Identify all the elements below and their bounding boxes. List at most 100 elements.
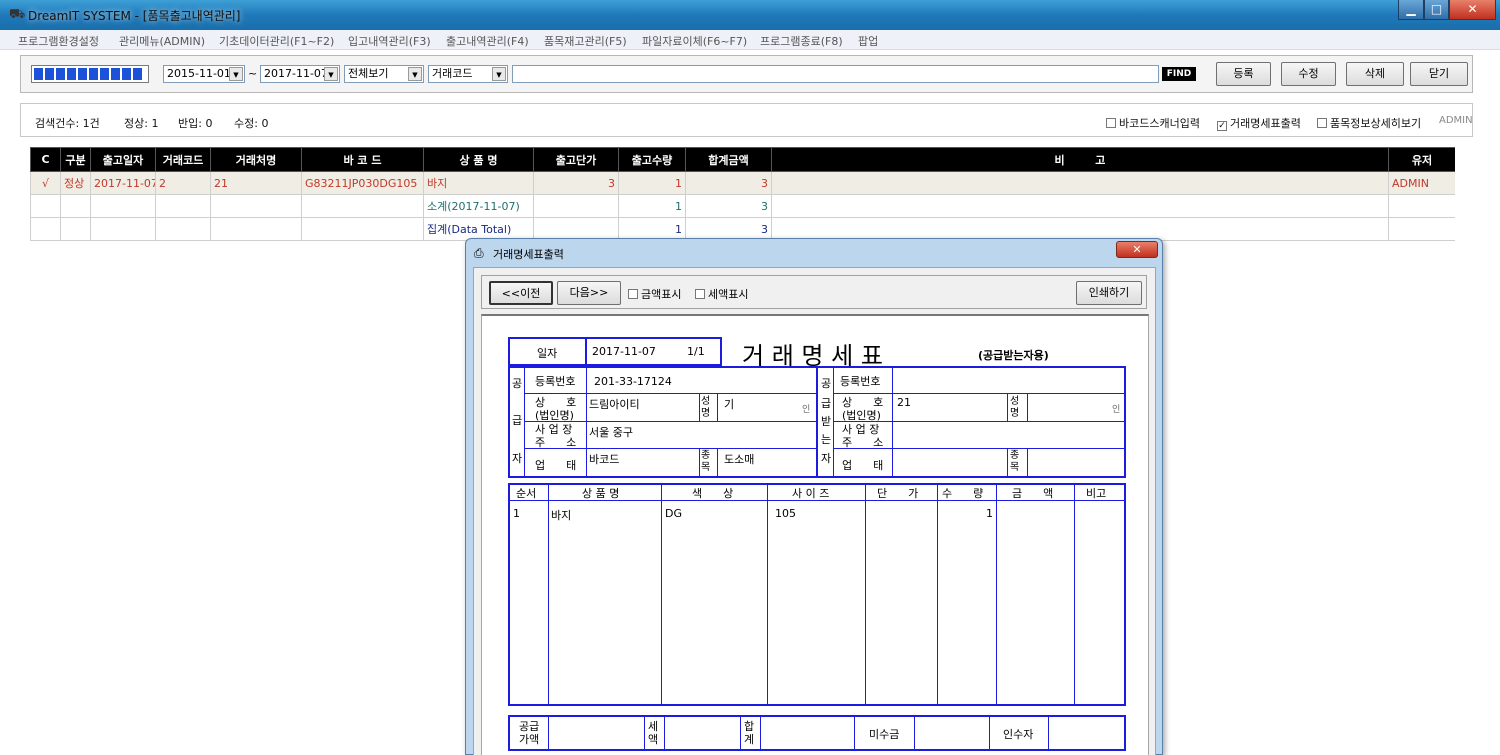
outbound-grid: C 구분 출고일자 거래코드 거래처명 바 코 드 상 품 명 출고단가 출고수… [30, 147, 1472, 241]
col-header-price[interactable]: 출고단가 [533, 147, 619, 172]
detail-view-label: 품목정보상세히보기 [1330, 117, 1422, 130]
cell-qty: 1 [618, 171, 686, 195]
col-header-qty[interactable]: 출고수량 [618, 147, 686, 172]
supplier-address-label-2: 주 소 [535, 436, 577, 449]
menu-item-exit[interactable]: 프로그램종료(F8) [760, 33, 843, 49]
menu-item-inventory[interactable]: 품목재고관리(F5) [544, 33, 627, 49]
receiver-label-2: 급 [821, 397, 832, 410]
supplier-type: 바코드 [589, 453, 620, 466]
field-select-value: 거래코드 [432, 67, 473, 80]
receiver-seal: 인 [1112, 405, 1121, 415]
dialog-close-button[interactable]: ✕ [1116, 241, 1158, 258]
checkbox-icon[interactable] [1106, 118, 1116, 128]
date-range-separator: ~ [248, 67, 258, 80]
print-statement-option[interactable]: ✓ 거래명세표출력 [1217, 115, 1301, 131]
receiver-label-3: 받 [821, 415, 832, 428]
col-header-user[interactable]: 유저 [1388, 147, 1456, 172]
close-window-button[interactable]: ✕ [1449, 0, 1496, 20]
items-header-seq: 순서 [516, 487, 537, 500]
checkbox-icon[interactable] [1317, 118, 1327, 128]
show-amount-option[interactable]: 금액표시 [628, 286, 681, 302]
next-page-button[interactable]: 다음>> [557, 281, 621, 305]
print-statement-label: 거래명세표출력 [1230, 117, 1301, 130]
table-row: 소계(2017-11-07) 1 3 [30, 194, 1456, 218]
printer-icon: ⎙ [474, 246, 484, 260]
grid-scrollbar[interactable] [1455, 147, 1472, 755]
footer-total-label-2: 계 [744, 733, 755, 746]
col-header-product[interactable]: 상 품 명 [423, 147, 534, 172]
supplier-seal: 인 [802, 405, 811, 415]
cell-date: 2017-11-07 [90, 171, 156, 195]
items-header-price: 단 가 [877, 487, 919, 500]
checkbox-icon[interactable] [695, 289, 705, 299]
menu-item-settings[interactable]: 프로그램환경설정 [18, 33, 99, 49]
footer-supply-label-2: 가액 [519, 733, 540, 746]
barcode-scanner-option[interactable]: 바코드스캐너입력 [1106, 115, 1200, 131]
col-header-total[interactable]: 합계금액 [685, 147, 772, 172]
item-seq: 1 [513, 507, 520, 520]
cell-subtotal-total: 3 [685, 194, 772, 218]
col-header-date[interactable]: 출고일자 [90, 147, 156, 172]
chevron-down-icon[interactable]: ▼ [324, 67, 338, 81]
supplier-label-1: 공 [512, 377, 523, 390]
item-product: 바지 [551, 509, 572, 522]
col-header-check[interactable]: C [30, 147, 61, 172]
supplier-address: 서울 중구 [589, 426, 633, 439]
cell-check[interactable]: √ [30, 171, 61, 195]
current-user: ADMIN [1439, 115, 1473, 126]
statement-date: 2017-11-07 [592, 345, 656, 358]
receiver-trade-name: 21 [897, 396, 911, 409]
cell-total: 3 [685, 171, 772, 195]
col-header-code[interactable]: 거래코드 [155, 147, 211, 172]
returned-count: 반입: 0 [178, 117, 213, 130]
close-button[interactable]: 닫기 [1410, 62, 1468, 86]
col-header-client[interactable]: 거래처명 [210, 147, 302, 172]
register-button[interactable]: 등록 [1216, 62, 1271, 86]
checkbox-icon[interactable] [628, 289, 638, 299]
show-tax-option[interactable]: 세액표시 [695, 286, 748, 302]
menu-item-outbound[interactable]: 출고내역관리(F4) [446, 33, 529, 49]
cell-code: 2 [155, 171, 211, 195]
menu-item-inbound[interactable]: 입고내역관리(F3) [348, 33, 431, 49]
chevron-down-icon[interactable]: ▼ [229, 67, 243, 81]
prev-page-button[interactable]: <<이전 [489, 281, 553, 305]
col-header-note[interactable]: 비 고 [771, 147, 1389, 172]
date-to-value: 2017-11-07 [264, 67, 328, 80]
view-select[interactable]: 전체보기 ▼ [344, 65, 424, 83]
minimize-button[interactable]: ▁ [1398, 0, 1424, 20]
field-select[interactable]: 거래코드 ▼ [428, 65, 508, 83]
table-row[interactable]: √ 정상 2017-11-07 2 21 G83211JP030DG105 바지… [30, 171, 1456, 195]
supplier-label-3: 자 [512, 452, 523, 465]
receiver-address-label-2: 주 소 [842, 436, 884, 449]
item-color: DG [665, 507, 682, 520]
menu-item-filetransfer[interactable]: 파일자료이체(F6~F7) [642, 33, 747, 49]
supplier-trade-name: 드림아이티 [589, 398, 640, 411]
dialog-body: <<이전 다음>> 금액표시 세액표시 인쇄하기 일자 2017-11-07 1… [473, 267, 1156, 755]
chevron-down-icon[interactable]: ▼ [408, 67, 422, 81]
checkbox-checked-icon[interactable]: ✓ [1217, 121, 1227, 131]
menu-item-basedata[interactable]: 기초데이터관리(F1~F2) [219, 33, 334, 49]
menu-item-admin[interactable]: 관리메뉴(ADMIN) [119, 33, 205, 49]
date-to-picker[interactable]: 2017-11-07 ▼ [260, 65, 340, 83]
cell-subtotal-label: 소계(2017-11-07) [423, 194, 534, 218]
find-button[interactable]: FIND [1162, 67, 1196, 81]
print-button[interactable]: 인쇄하기 [1076, 281, 1142, 305]
search-count: 검색건수: 1건 [35, 117, 100, 130]
menu-bar: 프로그램환경설정 관리메뉴(ADMIN) 기초데이터관리(F1~F2) 입고내역… [0, 30, 1500, 50]
date-from-value: 2015-11-01 [167, 67, 231, 80]
maximize-button[interactable]: □ [1424, 0, 1449, 20]
view-select-value: 전체보기 [348, 67, 389, 80]
search-input[interactable] [512, 65, 1159, 83]
search-toolbar: 2015-11-01 ▼ ~ 2017-11-07 ▼ 전체보기 ▼ 거래코드 ▼ FI… [20, 55, 1473, 93]
menu-item-popup[interactable]: 팝업 [858, 33, 878, 49]
col-header-barcode[interactable]: 바 코 드 [301, 147, 424, 172]
date-from-picker[interactable]: 2015-11-01 ▼ [163, 65, 245, 83]
detail-view-option[interactable]: 품목정보상세히보기 [1317, 115, 1421, 131]
chevron-down-icon[interactable]: ▼ [492, 67, 506, 81]
delete-button[interactable]: 삭제 [1346, 62, 1404, 86]
grid-header-row: C 구분 출고일자 거래코드 거래처명 바 코 드 상 품 명 출고단가 출고수… [30, 147, 1456, 172]
col-header-type[interactable]: 구분 [60, 147, 91, 172]
supplier-owner-label: 성명 [701, 396, 711, 419]
edit-button[interactable]: 수정 [1281, 62, 1336, 86]
page-number: 1/1 [687, 345, 705, 358]
